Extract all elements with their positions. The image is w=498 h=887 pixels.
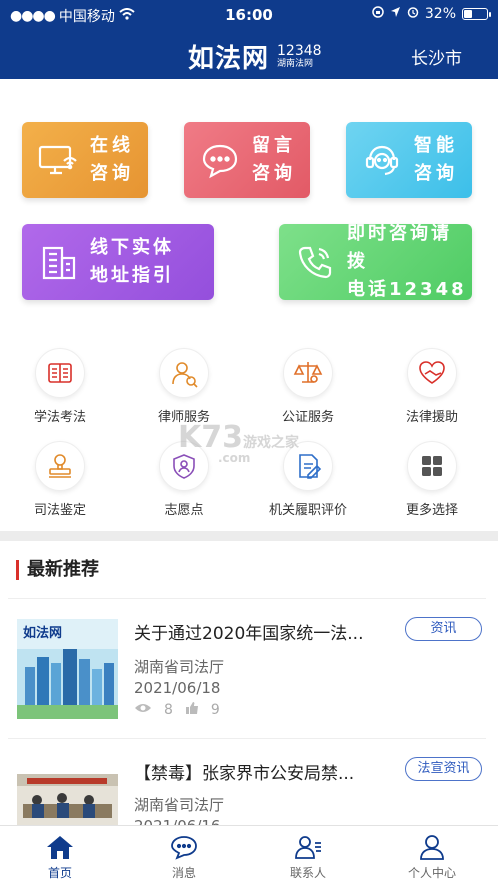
- service-label: 司法鉴定: [33, 503, 86, 518]
- online-consult-tile[interactable]: 在线 咨询: [22, 122, 148, 198]
- user-icon: [418, 834, 446, 860]
- lawyer-icon: [159, 348, 209, 398]
- building-icon: [36, 240, 80, 284]
- tile-label: 留言 咨询: [252, 135, 296, 184]
- tab-messages[interactable]: 消息: [139, 834, 229, 881]
- smart-consult-tile[interactable]: 智能 咨询: [346, 122, 472, 198]
- phone-icon: [293, 240, 337, 284]
- service-label: 机关履职评价: [268, 503, 347, 518]
- tab-home[interactable]: 首页: [15, 834, 105, 881]
- battery-percent: 32%: [424, 6, 456, 22]
- offline-address-tile[interactable]: 线下实体 地址指引: [22, 224, 214, 300]
- status-bar: ●●●● 中国移动 16:00 32%: [0, 0, 498, 30]
- tile-label: 智能 咨询: [414, 135, 458, 184]
- alarm-icon: [407, 6, 419, 22]
- tile-label: 在线 咨询: [90, 135, 134, 184]
- section-divider: [0, 531, 498, 541]
- news-thumbnail: 如法网: [17, 619, 118, 719]
- news-tag[interactable]: 法宣资讯: [405, 757, 482, 781]
- battery-fill: [464, 10, 472, 18]
- news-source: 湖南省司法厅: [134, 658, 225, 676]
- monitor-wifi-icon: [36, 138, 80, 182]
- tab-label: 联系人: [289, 866, 326, 880]
- heart-hands-icon: [407, 348, 457, 398]
- book-icon: [35, 348, 85, 398]
- tab-profile[interactable]: 个人中心: [387, 834, 477, 881]
- city-selector[interactable]: 长沙市: [411, 44, 462, 69]
- news-title: 【禁毒】张家界市公安局禁...: [134, 764, 355, 784]
- news-tag[interactable]: 资讯: [405, 617, 482, 641]
- service-agency-evaluation[interactable]: 机关履职评价: [258, 441, 358, 518]
- bottom-tab-bar: 首页 消息 联系人 个人中心: [0, 825, 498, 887]
- scales-icon: [283, 348, 333, 398]
- status-right: 32%: [372, 6, 491, 22]
- tab-contacts[interactable]: 联系人: [263, 834, 353, 881]
- like-count: 9: [210, 702, 220, 718]
- service-more[interactable]: 更多选择: [382, 441, 482, 518]
- grid-more-icon: [407, 441, 457, 491]
- service-label: 公证服务: [281, 410, 334, 425]
- service-study-law[interactable]: 学法考法: [10, 348, 110, 425]
- stamp-icon: [35, 441, 85, 491]
- contacts-icon: [294, 834, 322, 860]
- news-item[interactable]: 【禁毒】张家界市公安局禁... 法宣资讯 湖南省司法厅 2021/06/16: [8, 738, 486, 835]
- service-volunteer[interactable]: 志愿点: [134, 441, 234, 518]
- battery-icon: [462, 8, 491, 20]
- volunteer-icon: [159, 441, 209, 491]
- eye-icon: [134, 702, 152, 718]
- hotline-call-tile[interactable]: 即时咨询请拨 电话12348: [279, 224, 472, 300]
- brand-hotline: 12348: [277, 43, 322, 59]
- news-stats: 8 9: [134, 701, 220, 719]
- service-label: 律师服务: [157, 410, 210, 425]
- news-title: 关于通过2020年国家统一法...: [134, 624, 364, 644]
- brand-subtitle: 湖南法网: [277, 59, 314, 69]
- section-title: 最新推荐: [16, 560, 99, 580]
- message-icon: [170, 834, 198, 860]
- chat-bubble-icon: [198, 138, 242, 182]
- service-legal-aid[interactable]: 法律援助: [382, 348, 482, 425]
- news-source: 湖南省司法厅: [134, 796, 225, 814]
- robot-headset-icon: [360, 138, 404, 182]
- news-date: 2021/06/18: [134, 679, 221, 697]
- tab-label: 消息: [171, 866, 196, 880]
- tile-label: 即时咨询请拨 电话12348: [347, 224, 467, 300]
- message-consult-tile[interactable]: 留言 咨询: [184, 122, 310, 198]
- brand-sub: 12348 湖南法网: [277, 44, 322, 69]
- service-label: 学法考法: [33, 410, 86, 425]
- thumbs-up-icon: [185, 701, 199, 719]
- app-header: ●●●● 中国移动 16:00 32% 如法网 12348 湖南法网 长沙市: [0, 0, 498, 79]
- brand-name: 如法网: [188, 44, 270, 74]
- service-notary[interactable]: 公证服务: [258, 348, 358, 425]
- tab-label: 个人中心: [407, 866, 456, 880]
- tab-label: 首页: [47, 866, 72, 880]
- document-edit-icon: [283, 441, 333, 491]
- service-lawyer[interactable]: 律师服务: [134, 348, 234, 425]
- service-label: 法律援助: [405, 410, 458, 425]
- brand-logo: 如法网 12348 湖南法网: [188, 38, 322, 75]
- service-label: 更多选择: [405, 503, 458, 518]
- location-icon: [390, 6, 401, 22]
- news-item[interactable]: 如法网 关于通过2020年国家统一法... 资讯 湖南省司法厅 2021/06/…: [8, 598, 486, 736]
- tile-label: 线下实体 地址指引: [90, 237, 174, 286]
- service-label: 志愿点: [164, 503, 204, 518]
- home-icon: [46, 834, 74, 860]
- view-count: 8: [164, 702, 173, 718]
- lock-rotation-icon: [372, 6, 384, 22]
- service-judicial-appraisal[interactable]: 司法鉴定: [10, 441, 110, 518]
- svg-text:如法网: 如法网: [23, 625, 62, 641]
